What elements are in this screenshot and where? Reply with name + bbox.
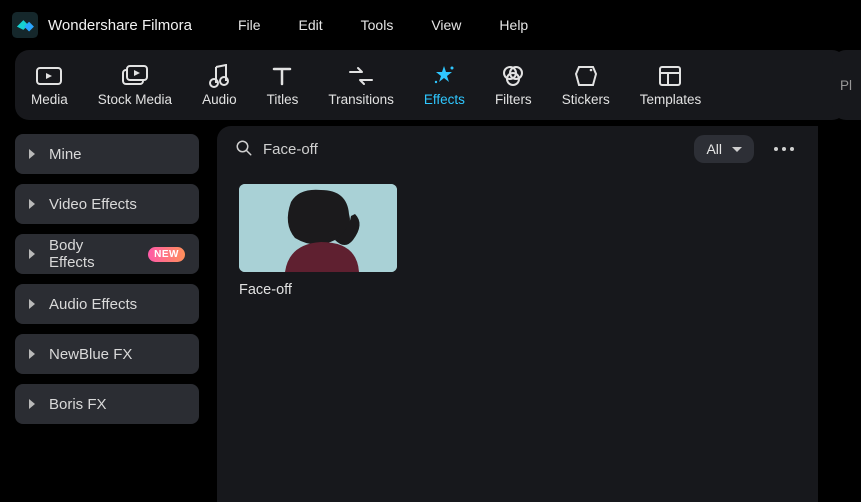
sidebar-item-body-effects[interactable]: Body Effects NEW (15, 234, 199, 274)
new-badge: NEW (148, 247, 185, 262)
chevron-right-icon (29, 199, 35, 209)
menu-help[interactable]: Help (499, 17, 528, 33)
sidebar-item-label: Audio Effects (49, 296, 137, 313)
sidebar-item-audio-effects[interactable]: Audio Effects (15, 284, 199, 324)
menu-edit[interactable]: Edit (299, 17, 323, 33)
sidebar: Mine Video Effects Body Effects NEW Audi… (15, 126, 199, 502)
chevron-right-icon (29, 399, 35, 409)
tab-audio[interactable]: Audio (196, 64, 243, 107)
menu-file[interactable]: File (238, 17, 261, 33)
more-icon (782, 147, 786, 151)
chevron-right-icon (29, 299, 35, 309)
right-panel-peek: Pl (832, 50, 861, 120)
titles-icon (271, 64, 293, 88)
tab-filters[interactable]: Filters (489, 64, 538, 107)
filter-label: All (706, 141, 722, 157)
chevron-down-icon (732, 147, 742, 152)
tab-stock-media[interactable]: Stock Media (92, 64, 178, 107)
titlebar: Wondershare Filmora File Edit Tools View… (0, 0, 861, 50)
results-grid: Face-off (217, 172, 818, 502)
sidebar-item-label: NewBlue FX (49, 346, 132, 363)
filters-icon (501, 64, 525, 88)
search-input[interactable] (263, 141, 680, 158)
templates-icon (658, 64, 682, 88)
tab-templates[interactable]: Templates (634, 64, 708, 107)
effect-thumbnail (239, 184, 397, 272)
tab-label: Titles (267, 92, 299, 107)
chevron-right-icon (29, 349, 35, 359)
menu-bar: File Edit Tools View Help (238, 17, 528, 33)
effect-card[interactable]: Face-off (239, 184, 397, 298)
more-options-button[interactable] (768, 141, 800, 157)
workspace: Mine Video Effects Body Effects NEW Audi… (15, 126, 818, 502)
sidebar-item-newblue-fx[interactable]: NewBlue FX (15, 334, 199, 374)
toolbar: All (217, 126, 818, 172)
tab-label: Stock Media (98, 92, 172, 107)
chevron-right-icon (29, 149, 35, 159)
tab-label: Templates (640, 92, 702, 107)
tab-label: Audio (202, 92, 237, 107)
tab-effects[interactable]: Effects (418, 64, 471, 107)
tab-label: Media (31, 92, 68, 107)
sidebar-item-label: Video Effects (49, 196, 137, 213)
effect-card-label: Face-off (239, 282, 397, 298)
sidebar-item-label: Boris FX (49, 396, 107, 413)
filter-dropdown[interactable]: All (694, 135, 754, 163)
menu-tools[interactable]: Tools (361, 17, 394, 33)
menu-view[interactable]: View (431, 17, 461, 33)
ribbon: Media Stock Media Audio Titles Transitio… (15, 50, 846, 120)
transitions-icon (348, 64, 374, 88)
tab-stickers[interactable]: Stickers (556, 64, 616, 107)
chevron-right-icon (29, 249, 35, 259)
more-icon (774, 147, 778, 151)
tab-label: Filters (495, 92, 532, 107)
effects-icon (432, 64, 456, 88)
app-logo-icon (12, 12, 38, 38)
tab-label: Stickers (562, 92, 610, 107)
tab-label: Effects (424, 92, 465, 107)
tab-transitions[interactable]: Transitions (322, 64, 400, 107)
more-icon (790, 147, 794, 151)
tab-label: Transitions (328, 92, 394, 107)
search-box[interactable] (235, 139, 680, 160)
media-icon (36, 64, 62, 88)
sidebar-item-mine[interactable]: Mine (15, 134, 199, 174)
tab-titles[interactable]: Titles (261, 64, 305, 107)
sidebar-item-label: Body Effects (49, 237, 128, 271)
sidebar-item-label: Mine (49, 146, 82, 163)
sidebar-item-boris-fx[interactable]: Boris FX (15, 384, 199, 424)
app-title: Wondershare Filmora (48, 17, 192, 34)
audio-icon (208, 64, 230, 88)
sidebar-item-video-effects[interactable]: Video Effects (15, 184, 199, 224)
main-panel: All (217, 126, 818, 502)
search-icon (235, 139, 253, 160)
stock-media-icon (122, 64, 148, 88)
stickers-icon (574, 64, 598, 88)
tab-media[interactable]: Media (25, 64, 74, 107)
right-panel-hint: Pl (840, 78, 852, 93)
